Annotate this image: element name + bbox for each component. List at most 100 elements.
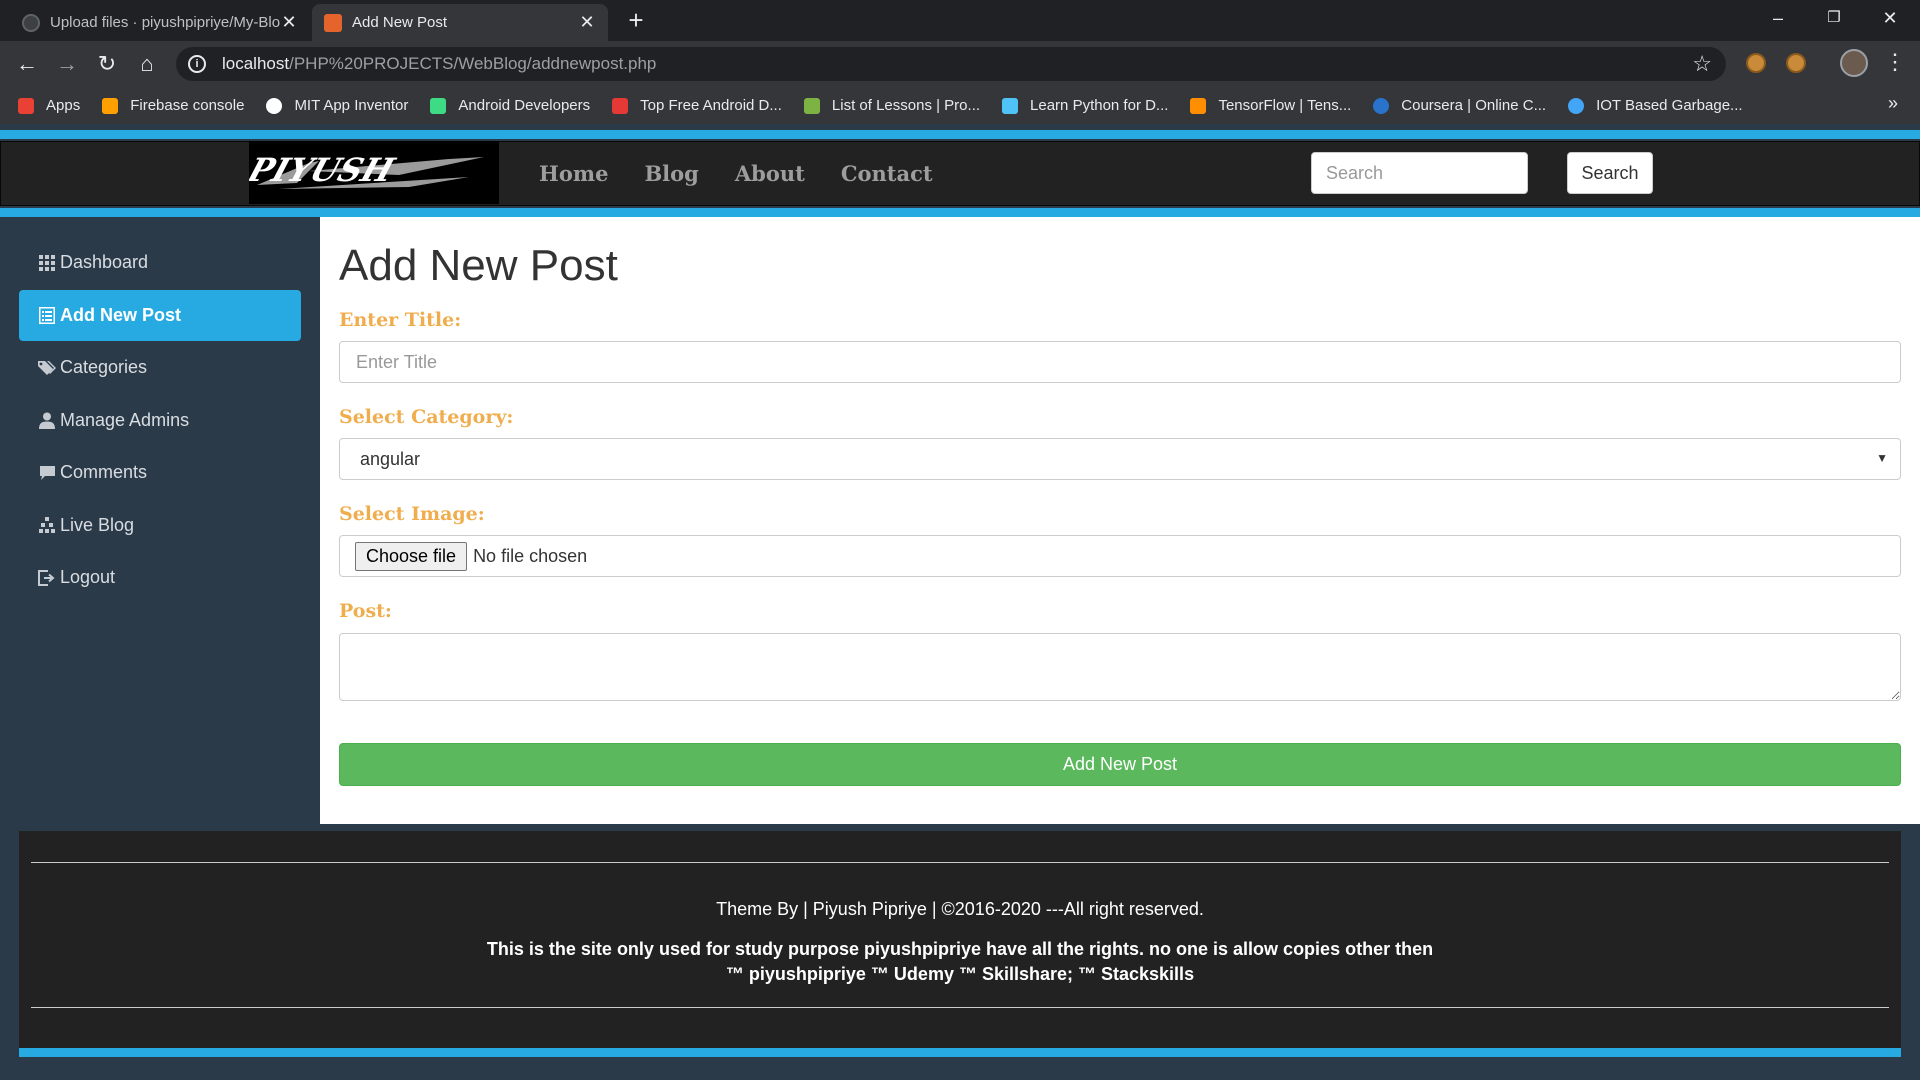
bookmark-iot-garbage[interactable]: IOT Based Garbage... — [1568, 97, 1743, 114]
close-icon[interactable]: ✕ — [578, 12, 596, 33]
bookmark-firebase[interactable]: Firebase console — [102, 97, 244, 114]
bookmark-list-of-lessons[interactable]: List of Lessons | Pro... — [803, 97, 980, 114]
bookmark-coursera[interactable]: Coursera | Online C... — [1373, 97, 1546, 114]
bookmark-learn-python[interactable]: Learn Python for D... — [1002, 97, 1168, 114]
lessons-icon — [803, 97, 820, 114]
accent-bar-bottom — [0, 208, 1920, 217]
github-icon — [22, 13, 40, 32]
sidebar-item-add-new-post[interactable]: Add New Post — [19, 289, 301, 341]
sidebar-item-label: Live Blog — [60, 514, 135, 535]
android-icon — [430, 97, 447, 114]
page-viewport: PIYUSH Home Blog About Contact Search Da… — [0, 124, 1920, 1080]
logout-icon — [37, 569, 57, 586]
tree-icon — [37, 517, 57, 533]
url-text: localhost/PHP%20PROJECTS/WebBlog/addnewp… — [222, 54, 657, 73]
info-icon[interactable]: i — [188, 55, 206, 73]
file-status-text: No file chosen — [473, 545, 588, 566]
bookmark-star-icon[interactable]: ☆ — [1692, 51, 1712, 77]
nav-blog-link[interactable]: Blog — [644, 161, 698, 186]
browser-tab-strip: Upload files · piyushpipriye/My-Blog ✕ A… — [0, 0, 1920, 41]
reload-icon[interactable]: ↻ — [92, 49, 122, 79]
footer-accent-bar — [19, 1048, 1901, 1057]
bookmark-apps[interactable]: Apps — [18, 97, 80, 114]
dashboard-icon — [37, 254, 57, 271]
address-bar[interactable]: i localhost/PHP%20PROJECTS/WebBlog/addne… — [176, 47, 1726, 81]
sidebar-item-dashboard[interactable]: Dashboard — [19, 237, 301, 288]
bookmark-top-free-android[interactable]: Top Free Android D... — [612, 97, 782, 114]
image-label: Select Image: — [339, 503, 485, 525]
title-input[interactable] — [339, 341, 1901, 383]
page-title: Add New Post — [339, 241, 618, 290]
window-close-icon[interactable]: ✕ — [1862, 0, 1918, 36]
coursera-icon — [1373, 97, 1390, 114]
site-logo[interactable]: PIYUSH — [249, 141, 499, 204]
accent-bar-top — [0, 130, 1920, 139]
tensorflow-icon — [1190, 97, 1207, 114]
more-menu-icon[interactable]: ⋮ — [1884, 49, 1906, 75]
nav-contact-link[interactable]: Contact — [841, 161, 933, 186]
bookmark-android-developers[interactable]: Android Developers — [430, 97, 590, 114]
xampp-icon — [324, 13, 342, 32]
google-icon — [266, 97, 283, 114]
admin-sidebar: Dashboard Add New Post Categories Manage… — [0, 217, 320, 824]
bookmarks-bar: Apps Firebase console MIT App Inventor A… — [0, 87, 1920, 124]
sidebar-item-live-blog[interactable]: Live Blog — [19, 500, 301, 551]
sidebar-item-label: Manage Admins — [60, 409, 190, 430]
cookie-extension-icon[interactable] — [1786, 53, 1806, 73]
browser-tab-inactive[interactable]: Upload files · piyushpipriye/My-Blog ✕ — [10, 4, 310, 41]
footer-credit: Theme By | Piyush Pipriye | ©2016-2020 -… — [716, 899, 1204, 919]
restore-icon[interactable]: ❐ — [1806, 0, 1862, 36]
sidebar-item-categories[interactable]: Categories — [19, 342, 301, 393]
footer-note-line: This is the site only used for study pur… — [486, 939, 1434, 959]
sidebar-item-label: Logout — [60, 567, 116, 587]
globe-icon — [1568, 97, 1585, 114]
sidebar-item-label: Comments — [60, 462, 148, 482]
sidebar-item-label: Add New Post — [60, 304, 182, 325]
title-label: Enter Title: — [339, 309, 462, 331]
footer-note-line: ™ piyushpipriye ™ Udemy ™ Skillshare; ™ … — [725, 964, 1195, 984]
search-button[interactable]: Search — [1567, 152, 1653, 194]
forward-icon[interactable]: → — [52, 49, 82, 79]
add-post-panel: Add New Post Enter Title: Select Categor… — [320, 217, 1920, 824]
sidebar-item-label: Dashboard — [60, 252, 149, 272]
sidebar-item-comments[interactable]: Comments — [19, 447, 301, 498]
bookmark-tensorflow[interactable]: TensorFlow | Tens... — [1190, 97, 1351, 114]
choose-file-button[interactable]: Choose file — [355, 541, 468, 571]
back-icon[interactable]: ← — [12, 49, 42, 79]
tab-title: Upload files · piyushpipriye/My-Blog — [50, 14, 280, 31]
bookmark-mit-app-inventor[interactable]: MIT App Inventor — [266, 97, 408, 114]
shield-icon — [1002, 97, 1019, 114]
image-file-input[interactable]: Choose file No file chosen — [339, 535, 1901, 577]
list-alt-icon — [37, 306, 57, 324]
site-footer: Theme By | Piyush Pipriye | ©2016-2020 -… — [19, 831, 1901, 1054]
footer-divider — [31, 1007, 1889, 1008]
site-navbar: PIYUSH Home Blog About Contact Search — [0, 141, 1920, 206]
close-icon[interactable]: ✕ — [280, 12, 298, 33]
apps-grid-icon — [18, 97, 34, 114]
dropdown-arrow-icon: ▼ — [1876, 451, 1888, 465]
add-new-post-button[interactable]: Add New Post — [339, 743, 1901, 786]
nav-about-link[interactable]: About — [735, 161, 805, 186]
cookie-extension-icon[interactable] — [1746, 53, 1766, 73]
search-input[interactable] — [1311, 152, 1528, 194]
minimize-icon[interactable]: – — [1750, 0, 1806, 36]
category-select[interactable]: angular ▼ — [339, 438, 1901, 480]
sidebar-item-logout[interactable]: Logout — [19, 552, 301, 603]
profile-avatar[interactable] — [1840, 49, 1868, 77]
bookmarks-overflow-icon[interactable]: » — [1888, 93, 1898, 114]
user-icon — [37, 412, 57, 429]
footer-divider — [31, 862, 1889, 863]
nav-home-link[interactable]: Home — [539, 161, 608, 186]
sidebar-item-manage-admins[interactable]: Manage Admins — [19, 395, 301, 446]
home-icon[interactable]: ⌂ — [132, 49, 162, 79]
post-textarea[interactable] — [339, 633, 1901, 701]
nav-links: Home Blog About Contact — [521, 142, 951, 205]
category-label: Select Category: — [339, 406, 514, 428]
category-selected-value: angular — [360, 448, 421, 469]
tab-title: Add New Post — [352, 14, 448, 31]
browser-tab-active[interactable]: Add New Post ✕ — [312, 4, 608, 41]
footer-note: This is the site only used for study pur… — [485, 937, 1435, 987]
sidebar-item-label: Categories — [60, 357, 148, 377]
new-tab-icon[interactable]: + — [622, 6, 650, 34]
comment-icon — [37, 465, 57, 481]
